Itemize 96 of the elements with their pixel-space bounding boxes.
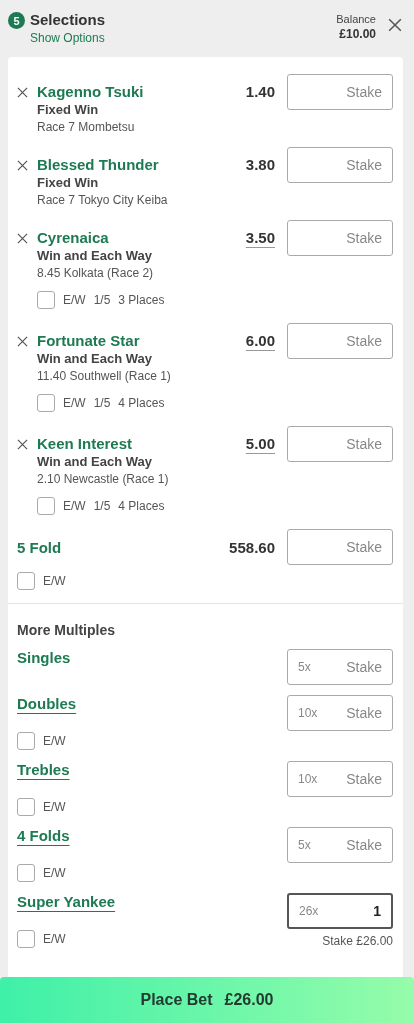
each-way-label: E/W: [43, 574, 66, 588]
multiple-name: Trebles: [17, 761, 70, 779]
each-way-label: E/W: [43, 866, 66, 880]
selection-odds: 6.00: [245, 332, 275, 350]
stake-input[interactable]: Stake: [317, 705, 382, 721]
market-name: Win and Each Way: [37, 350, 153, 368]
selection-odds: 1.40: [245, 83, 275, 101]
stake-input[interactable]: Stake: [317, 771, 382, 787]
selection-name: Fortunate Star: [37, 332, 140, 350]
event-name: 8.45 Kolkata (Race 2): [37, 265, 155, 282]
each-way-terms: 1/5: [93, 293, 111, 307]
remove-icon: [17, 336, 28, 347]
each-way-label: E/W: [63, 293, 86, 307]
selection-name: Keen Interest: [37, 435, 133, 453]
fold-name: 5 Fold: [17, 538, 63, 556]
remove-selection-button[interactable]: [17, 87, 28, 98]
balance-value: £10.00: [339, 26, 376, 42]
each-way-checkbox[interactable]: [37, 394, 55, 412]
stake-input[interactable]: Stake: [298, 436, 382, 452]
stake-input[interactable]: Stake: [310, 659, 382, 675]
each-way-checkbox[interactable]: [17, 572, 35, 590]
bet-count: 10x: [298, 706, 318, 720]
stake-total: Stake £26.00: [322, 934, 393, 948]
bet-count: 5x: [298, 660, 311, 674]
stake-field[interactable]: Stake: [287, 426, 393, 462]
each-way-label: E/W: [43, 734, 66, 748]
remove-icon: [17, 233, 28, 244]
each-way-terms: 1/5: [93, 396, 111, 410]
event-name: Race 7 Tokyo City Keiba: [37, 192, 169, 209]
each-way-checkbox[interactable]: [17, 930, 35, 948]
betslip-title: Selections: [30, 10, 107, 30]
remove-icon: [17, 439, 28, 450]
remove-selection-button[interactable]: [17, 336, 28, 347]
each-way-checkbox[interactable]: [37, 291, 55, 309]
stake-field[interactable]: Stake: [287, 220, 393, 256]
event-name: 2.10 Newcastle (Race 1): [37, 471, 170, 488]
stake-input[interactable]: Stake: [298, 157, 382, 173]
close-button[interactable]: [388, 18, 402, 32]
remove-selection-button[interactable]: [17, 160, 28, 171]
close-icon: [388, 18, 402, 32]
selection-odds: 5.00: [245, 435, 275, 453]
stake-field[interactable]: 10x Stake: [287, 695, 393, 731]
event-name: Race 7 Mombetsu: [37, 119, 136, 136]
multiple-name: Singles: [17, 649, 71, 667]
each-way-label: E/W: [43, 800, 66, 814]
each-way-label: E/W: [63, 499, 86, 513]
fold-odds: 558.60: [229, 538, 275, 556]
bet-count: 5x: [298, 838, 311, 852]
more-multiples-heading: More Multiples: [17, 621, 116, 639]
each-way-places: 4 Places: [118, 396, 165, 410]
selection-odds: 3.80: [245, 156, 275, 174]
multiple-name: Doubles: [17, 695, 77, 713]
market-name: Fixed Win: [37, 174, 100, 192]
each-way-terms: 1/5: [93, 499, 111, 513]
multiple-name: Super Yankee: [17, 893, 116, 911]
stake-input[interactable]: Stake: [298, 333, 382, 349]
each-way-checkbox[interactable]: [17, 864, 35, 882]
event-name: 11.40 Southwell (Race 1): [37, 368, 172, 385]
stake-input[interactable]: Stake: [298, 539, 382, 555]
stake-input[interactable]: 1: [318, 903, 381, 919]
each-way-places: 4 Places: [118, 499, 165, 513]
remove-selection-button[interactable]: [17, 233, 28, 244]
multiple-name: 4 Folds: [17, 827, 70, 845]
balance-label: Balance: [336, 12, 376, 26]
each-way-label: E/W: [43, 932, 66, 946]
each-way-checkbox[interactable]: [17, 798, 35, 816]
remove-icon: [17, 160, 28, 171]
each-way-checkbox[interactable]: [17, 732, 35, 750]
market-name: Fixed Win: [37, 101, 100, 119]
remove-icon: [17, 87, 28, 98]
remove-selection-button[interactable]: [17, 439, 28, 450]
show-options-link[interactable]: Show Options: [30, 30, 337, 46]
stake-input[interactable]: Stake: [298, 230, 382, 246]
stake-field[interactable]: Stake: [287, 147, 393, 183]
stake-field[interactable]: 5x Stake: [287, 649, 393, 685]
selection-name: Blessed Thunder: [37, 156, 159, 174]
each-way-label: E/W: [63, 396, 86, 410]
selection-name: Cyrenaica: [37, 229, 109, 247]
bet-count: 10x: [298, 772, 318, 786]
selection-odds: 3.50: [245, 229, 275, 247]
stake-field[interactable]: 26x 1: [287, 893, 393, 929]
stake-field[interactable]: Stake: [287, 323, 393, 359]
bet-count: 26x: [299, 904, 319, 918]
each-way-places: 3 Places: [118, 293, 165, 307]
stake-input[interactable]: Stake: [298, 84, 382, 100]
selection-count-badge: 5: [8, 12, 25, 29]
market-name: Win and Each Way: [37, 247, 153, 265]
place-bet-button[interactable]: Place Bet £26.00: [0, 977, 414, 1023]
selection-name: Kagenno Tsuki: [37, 83, 144, 101]
market-name: Win and Each Way: [37, 453, 153, 471]
stake-field[interactable]: 10x Stake: [287, 761, 393, 797]
stake-input[interactable]: Stake: [310, 837, 382, 853]
stake-field[interactable]: Stake: [287, 74, 393, 110]
each-way-checkbox[interactable]: [37, 497, 55, 515]
stake-field[interactable]: 5x Stake: [287, 827, 393, 863]
stake-field[interactable]: Stake: [287, 529, 393, 565]
